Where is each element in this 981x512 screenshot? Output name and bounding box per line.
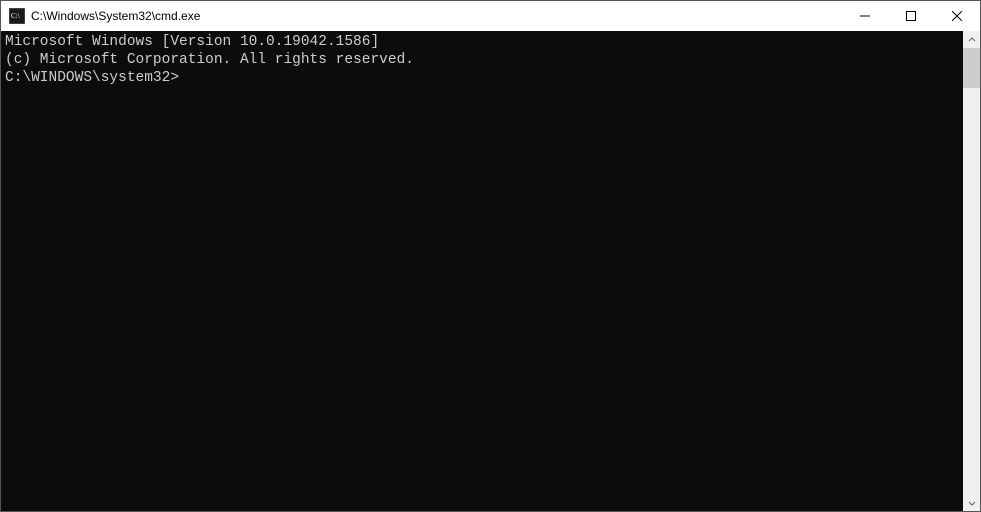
minimize-button[interactable]: [842, 1, 888, 31]
console-line: Microsoft Windows [Version 10.0.19042.15…: [5, 33, 959, 51]
console-output[interactable]: Microsoft Windows [Version 10.0.19042.15…: [1, 31, 963, 511]
maximize-button[interactable]: [888, 1, 934, 31]
chevron-up-icon: [968, 36, 976, 44]
prompt-line: C:\WINDOWS\system32>: [5, 69, 959, 87]
svg-text:C:\: C:\: [11, 12, 20, 20]
scroll-thumb[interactable]: [963, 48, 980, 88]
window-title: C:\Windows\System32\cmd.exe: [31, 9, 200, 23]
scroll-up-button[interactable]: [963, 31, 980, 48]
scroll-down-button[interactable]: [963, 494, 980, 511]
scroll-track[interactable]: [963, 48, 980, 494]
maximize-icon: [906, 11, 916, 21]
chevron-down-icon: [968, 499, 976, 507]
close-button[interactable]: [934, 1, 980, 31]
titlebar[interactable]: C:\ C:\Windows\System32\cmd.exe: [1, 1, 980, 31]
window-controls: [842, 1, 980, 31]
vertical-scrollbar[interactable]: [963, 31, 980, 511]
minimize-icon: [860, 11, 870, 21]
prompt-text: C:\WINDOWS\system32>: [5, 69, 179, 87]
console-line: (c) Microsoft Corporation. All rights re…: [5, 51, 959, 69]
client-area: Microsoft Windows [Version 10.0.19042.15…: [1, 31, 980, 511]
cursor: [179, 69, 187, 85]
cmd-window: C:\ C:\Windows\System32\cmd.exe: [0, 0, 981, 512]
close-icon: [952, 11, 962, 21]
cmd-icon: C:\: [9, 8, 25, 24]
